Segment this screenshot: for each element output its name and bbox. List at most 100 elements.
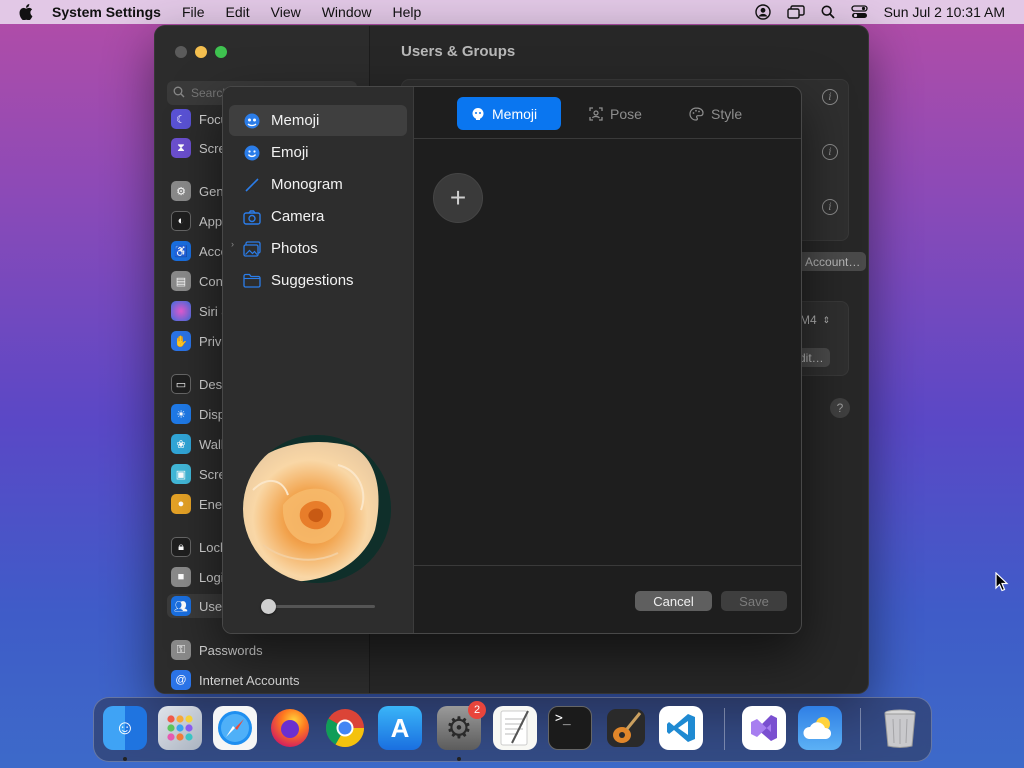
- camera-icon: [243, 208, 261, 226]
- source-label: Suggestions: [271, 272, 354, 289]
- gear-icon: ⚙: [445, 711, 473, 745]
- hand-icon: ✋: [171, 331, 191, 351]
- dock-trash[interactable]: [878, 706, 922, 750]
- dock-system-settings[interactable]: ⚙ 2: [437, 701, 486, 750]
- dock-terminal[interactable]: >_: [548, 706, 592, 750]
- source-label: Camera: [271, 208, 325, 225]
- sidebar-item-label: Passwords: [199, 642, 263, 658]
- menu-file[interactable]: File: [182, 4, 205, 20]
- pose-icon: [589, 106, 603, 121]
- source-label: Monogram: [271, 176, 343, 193]
- source-memoji[interactable]: Memoji: [229, 105, 407, 136]
- dock-textedit[interactable]: [493, 706, 537, 750]
- source-camera[interactable]: Camera: [229, 201, 407, 232]
- dock-icon: ▭: [171, 374, 191, 394]
- memoji-icon: [243, 112, 261, 130]
- users-icon: 👥︎: [171, 596, 191, 616]
- cancel-button[interactable]: Cancel: [635, 591, 712, 611]
- chrome-icon: [325, 709, 365, 748]
- screen-mirroring-icon[interactable]: [786, 4, 805, 20]
- sidebar-item-passwords[interactable]: ⚿ Passwords: [171, 638, 361, 662]
- dock-app-store[interactable]: A: [378, 706, 422, 750]
- sidebar-item-internet-accounts[interactable]: @ Internet Accounts: [171, 668, 361, 692]
- pen-icon: [243, 176, 261, 194]
- palette-icon: [689, 106, 704, 121]
- page-title: Users & Groups: [401, 43, 516, 60]
- weather-icon: [803, 717, 832, 739]
- menu-app-name[interactable]: System Settings: [52, 4, 161, 20]
- apple-menu-icon[interactable]: [0, 4, 52, 20]
- spotlight-search-icon[interactable]: [821, 5, 835, 19]
- firefox-icon: [271, 709, 309, 747]
- running-indicator: [457, 757, 461, 761]
- minimize-button[interactable]: [195, 46, 207, 58]
- info-icon[interactable]: i: [822, 199, 838, 215]
- source-monogram[interactable]: Monogram: [229, 169, 407, 200]
- tab-label: Memoji: [492, 105, 538, 122]
- source-photos[interactable]: Photos: [229, 233, 407, 264]
- gear-icon: ⚙: [171, 181, 191, 201]
- appearance-icon: ◐: [171, 211, 191, 231]
- zoom-button[interactable]: [215, 46, 227, 58]
- trash-icon: [884, 709, 916, 748]
- rose-photo: [243, 435, 391, 583]
- folder-icon: [243, 272, 261, 290]
- dock-vscode[interactable]: [659, 706, 703, 750]
- avatar-preview[interactable]: [243, 435, 391, 583]
- lightbulb-icon: ●: [171, 494, 191, 514]
- info-icon[interactable]: i: [822, 89, 838, 105]
- control-centre-icon: ▤: [171, 271, 191, 291]
- finder-icon: ☺: [114, 716, 136, 739]
- siri-icon: [171, 301, 191, 321]
- dock-weather[interactable]: [798, 706, 842, 750]
- moon-icon: ☾: [171, 109, 191, 129]
- dock-visual-studio[interactable]: [742, 706, 786, 750]
- menu-clock[interactable]: Sun Jul 2 10:31 AM: [884, 4, 1005, 20]
- automatic-login-popup[interactable]: M4 ⇕: [800, 313, 830, 327]
- tab-pose[interactable]: Pose: [575, 97, 656, 130]
- menu-help[interactable]: Help: [393, 4, 422, 20]
- menu-edit[interactable]: Edit: [226, 4, 250, 20]
- dock-separator: [860, 708, 861, 750]
- dock-launchpad[interactable]: [158, 706, 202, 750]
- info-icon[interactable]: i: [822, 144, 838, 160]
- source-emoji[interactable]: Emoji: [229, 137, 407, 168]
- picture-source-list: Memoji Emoji Monogram Camera › Photos Su…: [223, 87, 414, 633]
- lock-icon: 🔒︎: [171, 537, 191, 557]
- save-button[interactable]: Save: [721, 591, 787, 611]
- zoom-slider-track[interactable]: [261, 605, 375, 608]
- source-label: Emoji: [271, 144, 309, 161]
- picture-picker-sheet: Memoji Emoji Monogram Camera › Photos Su…: [222, 86, 802, 634]
- textedit-icon: [500, 710, 529, 746]
- tab-label: Style: [711, 105, 743, 122]
- dock-safari[interactable]: [213, 706, 257, 750]
- source-label: Photos: [271, 240, 318, 257]
- menu-window[interactable]: Window: [322, 4, 372, 20]
- user-account-icon[interactable]: [754, 4, 771, 20]
- close-button[interactable]: [175, 46, 187, 58]
- vscode-icon: [667, 714, 695, 742]
- safari-compass-icon: [218, 711, 252, 745]
- menu-view[interactable]: View: [271, 4, 301, 20]
- help-button[interactable]: ?: [830, 398, 850, 418]
- launchpad-icon: [167, 715, 193, 741]
- terminal-prompt-icon: >_: [555, 711, 571, 726]
- add-memoji-button[interactable]: +: [433, 173, 483, 223]
- tab-style[interactable]: Style: [675, 97, 756, 130]
- dock-garageband[interactable]: [604, 706, 648, 750]
- menu-bar: System Settings File Edit View Window He…: [0, 0, 1024, 24]
- screen-saver-icon: ▣: [171, 464, 191, 484]
- guitar-icon: [607, 709, 645, 747]
- dock-firefox[interactable]: [268, 706, 312, 750]
- running-indicator: [123, 757, 127, 761]
- dock-finder[interactable]: ☺: [103, 706, 147, 750]
- zoom-slider-knob[interactable]: [261, 599, 276, 614]
- app-store-icon: A: [390, 712, 410, 743]
- source-suggestions[interactable]: Suggestions: [229, 265, 407, 296]
- tab-memoji[interactable]: Memoji: [457, 97, 561, 130]
- control-centre-icon[interactable]: [850, 5, 868, 19]
- source-label: Memoji: [271, 112, 320, 129]
- wallpaper-icon: ❀: [171, 434, 191, 454]
- dock-chrome[interactable]: [323, 706, 367, 750]
- emoji-icon: [243, 144, 261, 162]
